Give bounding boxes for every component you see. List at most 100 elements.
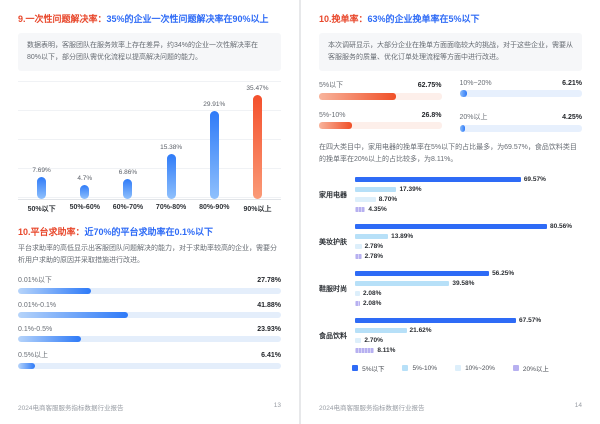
legend-label: 5%以下 <box>362 366 385 374</box>
help-rate-value: 23.93% <box>257 325 281 333</box>
legend-item: 20%以上 <box>512 363 549 373</box>
progress-track <box>459 90 582 98</box>
grouped-bar-row: 13.89% <box>355 233 582 240</box>
grouped-bar-value: 2.08% <box>362 290 382 298</box>
grouped-bar-value: 4.35% <box>368 206 387 214</box>
help-rate-range-label: 0.01%-0.1% <box>18 301 57 309</box>
grouped-bar <box>355 224 547 230</box>
category-label: 鞋服时尚 <box>319 285 347 293</box>
progress-fill <box>319 93 396 101</box>
grouped-bar-value: 56.25% <box>492 270 515 278</box>
grouped-bar-row: 21.62% <box>355 327 582 334</box>
help-rate-row: 0.1%-0.5% 23.93% <box>18 326 281 342</box>
bar-column: 35.47% <box>236 81 279 200</box>
category-label: 家用电器 <box>319 191 347 199</box>
progress-fill <box>459 90 468 98</box>
grouped-bar-value: 2.78% <box>364 243 384 251</box>
bar-category-label: 90%以上 <box>243 206 272 214</box>
grouped-bar-row: 80.56% <box>355 223 582 230</box>
section-10-left-title-prefix: 10.平台求助率： <box>18 227 85 238</box>
bar-column: 15.38% <box>150 81 193 200</box>
help-rate-range-label: 0.1%-0.5% <box>18 325 53 333</box>
progress-track <box>459 125 582 133</box>
retention-rate-cell-header: 20%以上 4.25% <box>460 112 583 122</box>
bar <box>166 153 176 200</box>
grouped-bar <box>355 254 362 260</box>
retention-rate-cell: 10%~20% 6.21% <box>459 80 582 100</box>
retention-range-label: 5%-10% <box>319 112 346 120</box>
bar <box>37 176 47 200</box>
chart-legend: 5%以下 5%-10% 10%~20% 20%以上 <box>319 363 582 373</box>
legend-item: 5%-10% <box>402 363 437 373</box>
help-rate-row: 0.5%以上 6.41% <box>18 350 281 369</box>
grouped-bar-value: 8.11% <box>377 347 396 355</box>
progress-fill <box>18 287 92 294</box>
retention-range-label: 20%以上 <box>459 114 488 122</box>
grouped-bar-value: 2.08% <box>362 300 382 308</box>
legend-label: 10%~20% <box>465 364 495 372</box>
help-rate-value: 6.41% <box>261 351 281 359</box>
page-number: 13 <box>273 402 281 409</box>
help-rate-row-header: 0.5%以上 6.41% <box>18 350 281 360</box>
grouped-bar-row: 8.11% <box>355 347 582 354</box>
bar-column: 4.7% <box>63 81 106 200</box>
progress-fill <box>459 125 465 133</box>
grouped-bar <box>355 207 366 213</box>
category-bars: 67.57% 21.62% 2.70% 8.11% <box>355 317 582 354</box>
footer-report-title: 2024电商客服服务指标数据行业报告 <box>319 405 425 412</box>
help-rate-row-header: 0.01%-0.1% 41.88% <box>18 302 281 309</box>
grouped-bar <box>355 328 407 334</box>
retention-rate-cell-header: 5%-10% 26.8% <box>319 112 442 119</box>
progress-track <box>18 335 281 342</box>
section-10-right-title: 10.挽单率：63%的企业挽单率在5%以下 <box>319 14 582 25</box>
help-rate-range-label: 0.01%以下 <box>18 276 52 284</box>
progress-fill <box>18 335 81 342</box>
grouped-bar <box>355 338 362 344</box>
grouped-bar-row: 39.58% <box>355 280 582 287</box>
report-spread: 9.一次性问题解决率：35%的企业一次性问题解决率在90%以上 数据表明，客服团… <box>0 0 600 424</box>
retention-value: 62.75% <box>417 82 442 90</box>
grouped-bar-value: 69.57% <box>523 176 546 184</box>
grouped-bar-value: 39.58% <box>452 280 475 288</box>
bar-value-label: 35.47% <box>246 84 269 92</box>
help-rate-value: 27.78% <box>257 276 281 284</box>
grouped-bar-row: 69.57% <box>355 176 582 183</box>
category-analysis-paragraph: 在四大类目中，家用电器的挽单率在5%以下的占比最多，为69.57%，食品饮料类目… <box>319 144 577 164</box>
bar-category-label: 60%-70% <box>112 204 144 212</box>
grouped-bar-value: 2.70% <box>364 337 383 345</box>
section-10-right-title-statement: 63%的企业挽单率在5%以下 <box>367 14 480 24</box>
bar-value-label: 29.91% <box>203 101 226 109</box>
grouped-bar <box>355 281 450 287</box>
section-10-right-description: 本次调研显示，大部分企业在挽单方面面临较大的挑战，对于这些企业，需要从客服服务的… <box>319 32 582 72</box>
help-rate-row-header: 0.01%以下 27.78% <box>18 275 281 285</box>
chart-category-axis: 50%以下 50%-60% 60%-70% 70%-80% 80%-90% 90%以上 <box>20 204 279 214</box>
grouped-bar-value: 13.89% <box>391 233 414 241</box>
help-rate-row: 0.01%以下 27.78% <box>18 275 281 294</box>
footer-right: 2024电商客服服务指标数据行业报告 14 <box>319 402 582 412</box>
grouped-bar-row: 2.08% <box>355 300 582 307</box>
bar-value-label: 15.38% <box>160 143 183 151</box>
section-10-right-title-prefix: 10.挽单率： <box>319 14 368 24</box>
section-10-left-description: 平台求助率的高低显示出客服团队问题解决的能力，对于求助率较高的企业，需要分析用户… <box>18 245 277 264</box>
grouped-bar <box>355 234 389 240</box>
grouped-bar-value: 17.39% <box>399 186 422 194</box>
category-bars: 69.57% 17.39% 8.70% 4.35% <box>355 176 582 213</box>
bar-category-label: 50%-60% <box>69 204 100 212</box>
bar-value-label: 7.69% <box>32 166 51 174</box>
retention-value: 26.8% <box>421 112 442 120</box>
section-10-left-title-statement: 近70%的平台求助率在0.1%以下 <box>84 227 214 238</box>
legend-item: 5%以下 <box>352 363 384 373</box>
chart-bars: 7.69% 4.7% 6.86% 15.38% 29.91% 35.47% <box>20 81 279 200</box>
category-group: 鞋服时尚 56.25% 39.58% 2.08% 2.08% <box>319 270 582 307</box>
legend-swatch <box>455 365 462 372</box>
footer-report-title: 2024电商客服服务指标数据行业报告 <box>18 405 124 412</box>
section-9-title: 9.一次性问题解决率：35%的企业一次性问题解决率在90%以上 <box>18 14 281 25</box>
help-rate-value: 41.88% <box>257 301 281 309</box>
bar-value-label: 6.86% <box>118 169 138 177</box>
retention-value: 4.25% <box>562 114 582 122</box>
bar-value-label: 4.7% <box>77 175 93 183</box>
bar-column: 6.86% <box>106 81 149 200</box>
grouped-bar <box>355 271 490 277</box>
retention-rate-cell-header: 5%以下 62.75% <box>319 80 442 90</box>
category-group: 美妆护肤 80.56% 13.89% 2.78% 2.78% <box>319 223 582 260</box>
